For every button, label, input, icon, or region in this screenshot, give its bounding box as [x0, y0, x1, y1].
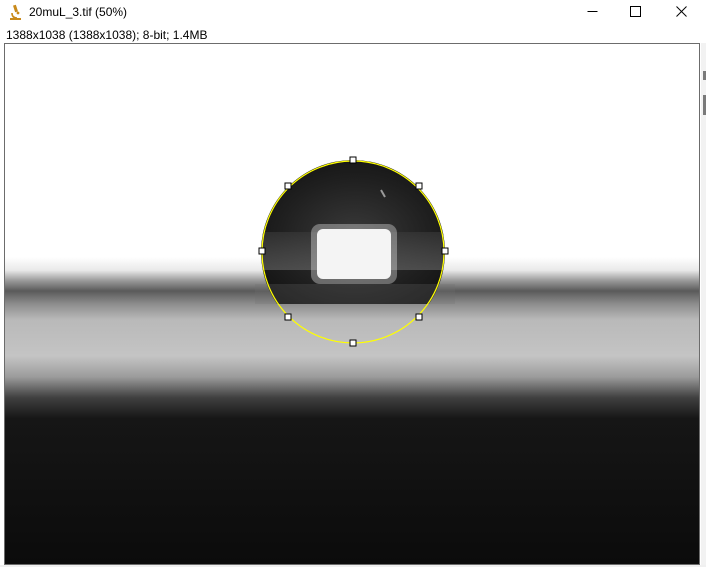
roi-handle[interactable] — [284, 182, 292, 190]
minimize-button[interactable] — [569, 0, 615, 25]
title-bar[interactable]: 20muL_3.tif (50%) — [0, 0, 706, 25]
droplet-image[interactable] — [5, 44, 699, 564]
microscope-icon — [9, 4, 23, 21]
window-title: 20muL_3.tif (50%) — [29, 5, 128, 19]
roi-handle[interactable] — [415, 313, 423, 321]
maximize-icon — [629, 4, 641, 22]
close-button[interactable] — [658, 0, 704, 25]
roi-handle[interactable] — [258, 247, 266, 255]
image-info-bar: 1388x1038 (1388x1038); 8-bit; 1.4MB — [6, 28, 208, 42]
roi-handle[interactable] — [284, 313, 292, 321]
close-icon — [675, 4, 687, 22]
image-canvas[interactable] — [4, 43, 700, 565]
adjacent-window-edge — [701, 43, 706, 567]
image-window: 20muL_3.tif (50%) 1388x1038 (1388x1038);… — [0, 0, 706, 567]
roi-handle[interactable] — [441, 247, 449, 255]
roi-handle[interactable] — [415, 182, 423, 190]
maximize-button[interactable] — [612, 0, 658, 25]
droplet-reflection — [255, 284, 455, 304]
roi-handle[interactable] — [349, 156, 357, 164]
minimize-icon — [587, 4, 598, 22]
roi-handle[interactable] — [349, 339, 357, 347]
